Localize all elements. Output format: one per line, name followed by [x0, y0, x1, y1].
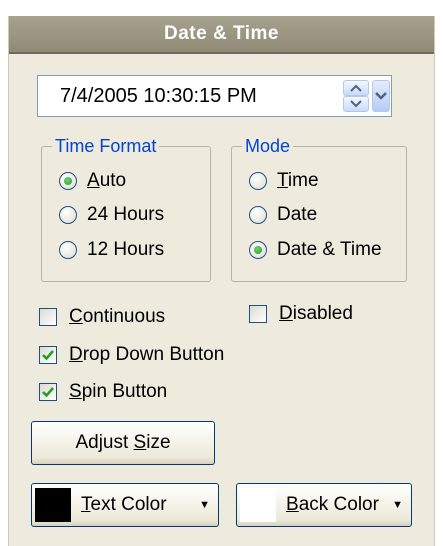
radio-auto[interactable]: Auto — [59, 169, 126, 193]
checkbox-drop-down-button[interactable]: Drop Down Button — [39, 343, 224, 367]
text-color-swatch — [35, 488, 71, 522]
spin-down-button[interactable] — [343, 96, 369, 112]
radio-label: ime — [287, 170, 319, 191]
checkbox-label-underline: D — [69, 344, 83, 365]
radio-label: uto — [99, 170, 127, 191]
radio-date-time[interactable]: Date & Time — [249, 238, 382, 262]
radio-time[interactable]: Time — [249, 169, 319, 193]
radio-icon[interactable] — [59, 206, 77, 224]
checkbox-label: rop Down Button — [82, 344, 225, 365]
adjust-size-button[interactable]: Adjust Size — [31, 421, 215, 465]
mode-group: Mode Time Date Date & Time — [231, 135, 407, 282]
button-label-underline: B — [286, 494, 299, 515]
button-label: ize — [146, 432, 171, 453]
button-label: ack Color — [298, 494, 379, 515]
radio-icon[interactable] — [59, 241, 77, 259]
date-time-panel: Date & Time 7/4/2005 10:30:15 PM Time Fo… — [8, 16, 435, 546]
chevron-up-icon — [350, 84, 362, 92]
datetime-picker[interactable]: 7/4/2005 10:30:15 PM — [37, 75, 392, 117]
spin-buttons[interactable] — [343, 80, 369, 112]
time-format-group: Time Format Auto 24 Hours 12 Hours — [41, 135, 211, 282]
chevron-down-icon — [375, 92, 387, 100]
checkbox-label: pin Button — [81, 381, 168, 402]
checkbox-disabled[interactable]: Disabled — [249, 302, 353, 326]
dropdown-button[interactable] — [372, 80, 390, 112]
back-color-button[interactable]: Back Color ▼ — [236, 483, 412, 527]
checkbox-checked-icon[interactable] — [39, 346, 57, 364]
button-label: Adjust — [75, 432, 134, 453]
radio-icon[interactable] — [249, 172, 267, 190]
checkbox-spin-button[interactable]: Spin Button — [39, 380, 167, 404]
radio-selected-icon[interactable] — [59, 172, 77, 190]
checkbox-label-underline: C — [69, 306, 83, 327]
dropdown-arrow-icon: ▼ — [199, 499, 210, 511]
checkbox-icon[interactable] — [249, 305, 267, 323]
checkbox-label: isabled — [292, 303, 353, 324]
radio-label: 24 Hours — [87, 204, 165, 225]
radio-label: Date — [277, 204, 318, 225]
radio-date[interactable]: Date — [249, 203, 317, 227]
checkbox-label-underline: S — [69, 381, 82, 402]
checkbox-label: ontinuous — [82, 306, 166, 327]
datetime-value[interactable]: 7/4/2005 10:30:15 PM — [60, 76, 257, 116]
radio-label: 12 Hours — [87, 239, 165, 260]
radio-label: Date & Time — [277, 239, 382, 260]
radio-label-underline: T — [277, 170, 288, 191]
button-label: ext Color — [90, 494, 167, 515]
dropdown-arrow-icon: ▼ — [392, 499, 403, 511]
radio-selected-icon[interactable] — [249, 241, 267, 259]
radio-12-hours[interactable]: 12 Hours — [59, 238, 164, 262]
radio-label-underline: A — [87, 170, 100, 191]
checkbox-icon[interactable] — [39, 308, 57, 326]
checkmark-icon — [42, 387, 54, 398]
checkbox-continuous[interactable]: Continuous — [39, 305, 165, 329]
checkbox-label-underline: D — [279, 303, 293, 324]
time-format-legend: Time Format — [52, 135, 160, 157]
spin-up-button[interactable] — [343, 80, 369, 96]
back-color-swatch — [240, 488, 276, 522]
panel-title: Date & Time — [9, 16, 434, 54]
checkbox-checked-icon[interactable] — [39, 383, 57, 401]
text-color-button[interactable]: Text Color ▼ — [31, 483, 219, 527]
mode-legend: Mode — [242, 135, 294, 157]
chevron-down-icon — [350, 100, 362, 108]
button-label-underline: S — [133, 432, 147, 453]
radio-icon[interactable] — [249, 206, 267, 224]
button-label-underline: T — [81, 494, 91, 515]
radio-24-hours[interactable]: 24 Hours — [59, 203, 164, 227]
checkmark-icon — [42, 350, 54, 361]
